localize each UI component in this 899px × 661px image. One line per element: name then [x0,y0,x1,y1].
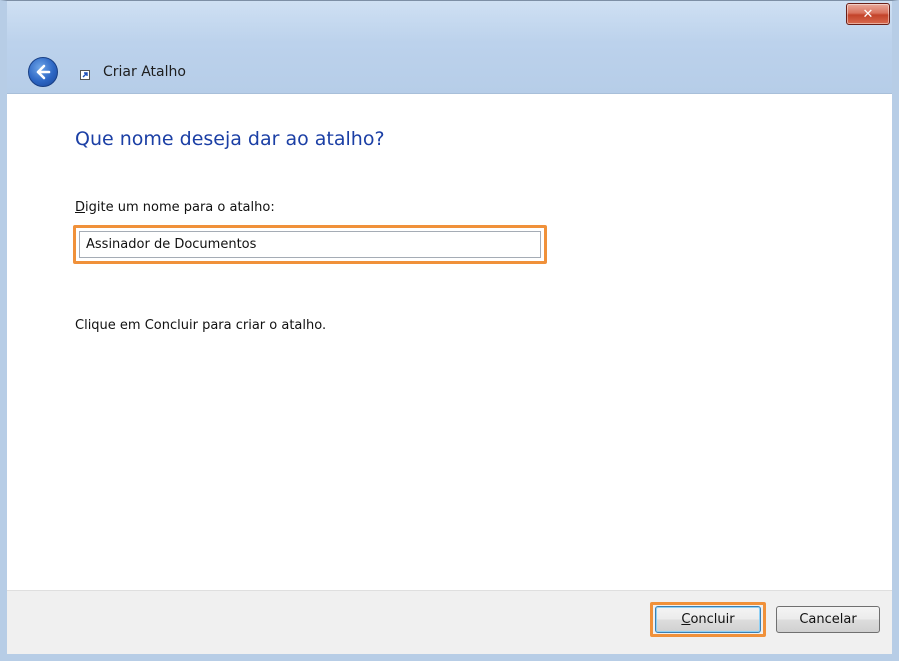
finish-button-highlight: Concluir [650,602,766,637]
button-bar: Concluir Cancelar [7,590,892,654]
shortcut-icon [80,70,90,80]
finish-button-label: oncluir [690,612,735,627]
name-field-label-text: igite um nome para o atalho: [85,200,275,215]
shortcut-name-input[interactable] [79,231,541,258]
finish-button-accesskey: C [681,612,691,627]
cancel-button[interactable]: Cancelar [776,606,880,633]
content-area: Que nome deseja dar ao atalho? Digite um… [7,93,892,591]
finish-button[interactable]: Concluir [655,606,761,633]
finish-hint: Clique em Concluir para criar o atalho. [75,318,327,333]
name-field-label: Digite um nome para o atalho: [75,200,275,215]
back-arrow-icon [36,64,51,80]
name-field-label-accesskey: D [75,200,86,215]
dialog-window: ✕ Criar Atalho Que nome deseja dar ao at… [0,0,899,661]
title-bar: ✕ Criar Atalho [7,1,892,93]
close-button[interactable]: ✕ [846,3,890,25]
window-title: Criar Atalho [103,64,186,80]
close-icon: ✕ [862,6,874,21]
name-field-highlight [73,225,547,264]
back-button[interactable] [28,57,58,87]
page-heading: Que nome deseja dar ao atalho? [75,128,385,150]
